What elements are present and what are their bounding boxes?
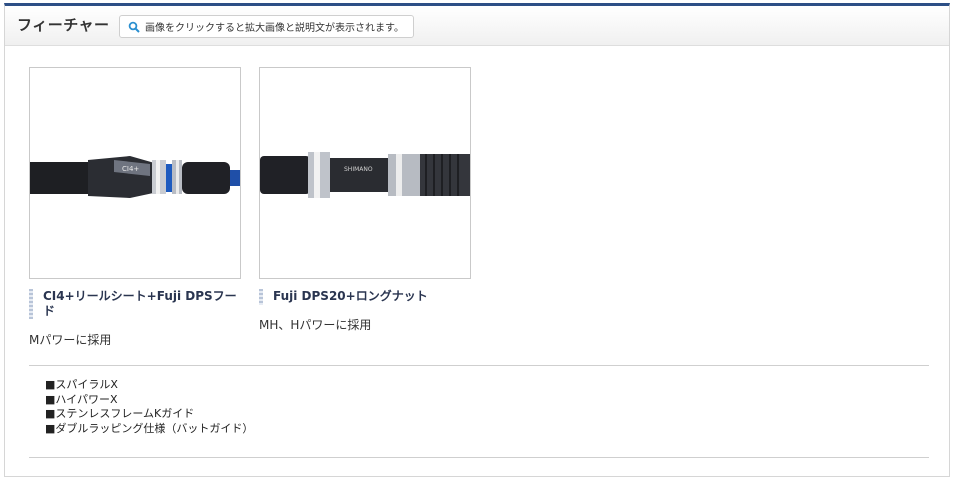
feature-list: ■スパイラルX ■ハイパワーX ■ステンレスフレームKガイド ■ダブルラッピング… <box>45 378 253 436</box>
image-hint-text: 画像をクリックすると拡大画像と説明文が表示されます。 <box>145 23 404 34</box>
rod-long-nut-image: SHIMANO <box>260 152 470 198</box>
feature-description: Mパワーに採用 <box>29 333 112 347</box>
search-icon <box>128 21 140 33</box>
feature-caption: CI4+リールシート+Fuji DPSフード <box>29 289 241 319</box>
feature-list-item: ■スパイラルX <box>45 378 118 391</box>
feature-image[interactable]: SHIMANO <box>259 67 471 279</box>
feature-list-item: ■ステンレスフレームKガイド <box>45 407 195 420</box>
feature-description: MH、Hパワーに採用 <box>259 318 372 332</box>
feature-caption: Fuji DPS20+ロングナット <box>259 289 471 305</box>
image-hint-box: 画像をクリックすると拡大画像と説明文が表示されます。 <box>119 15 414 38</box>
section-title: フィーチャー <box>17 16 110 34</box>
divider <box>29 365 929 366</box>
feature-list-item: ■ハイパワーX <box>45 392 118 406</box>
feature-card: SHIMANO Fuji DPS20+ロングナット MH、Hパワーに採用 <box>259 67 471 333</box>
divider <box>29 457 929 458</box>
rod-reel-seat-image: CI4+ <box>30 156 240 198</box>
feature-image[interactable]: CI4+ <box>29 67 241 279</box>
reel-seat-label: SHIMANO <box>344 166 373 173</box>
feature-card: CI4+ CI4+リールシート+Fuji DPSフード Mパワーに採用 <box>29 67 241 348</box>
reel-seat-label: CI4+ <box>122 165 139 173</box>
panel-header: フィーチャー 画像をクリックすると拡大画像と説明文が表示されます。 <box>5 6 949 46</box>
feature-list-item: ■ダブルラッピング仕様（バットガイド） <box>45 421 254 435</box>
feature-panel: フィーチャー 画像をクリックすると拡大画像と説明文が表示されます。 CI4+ C… <box>4 3 950 477</box>
